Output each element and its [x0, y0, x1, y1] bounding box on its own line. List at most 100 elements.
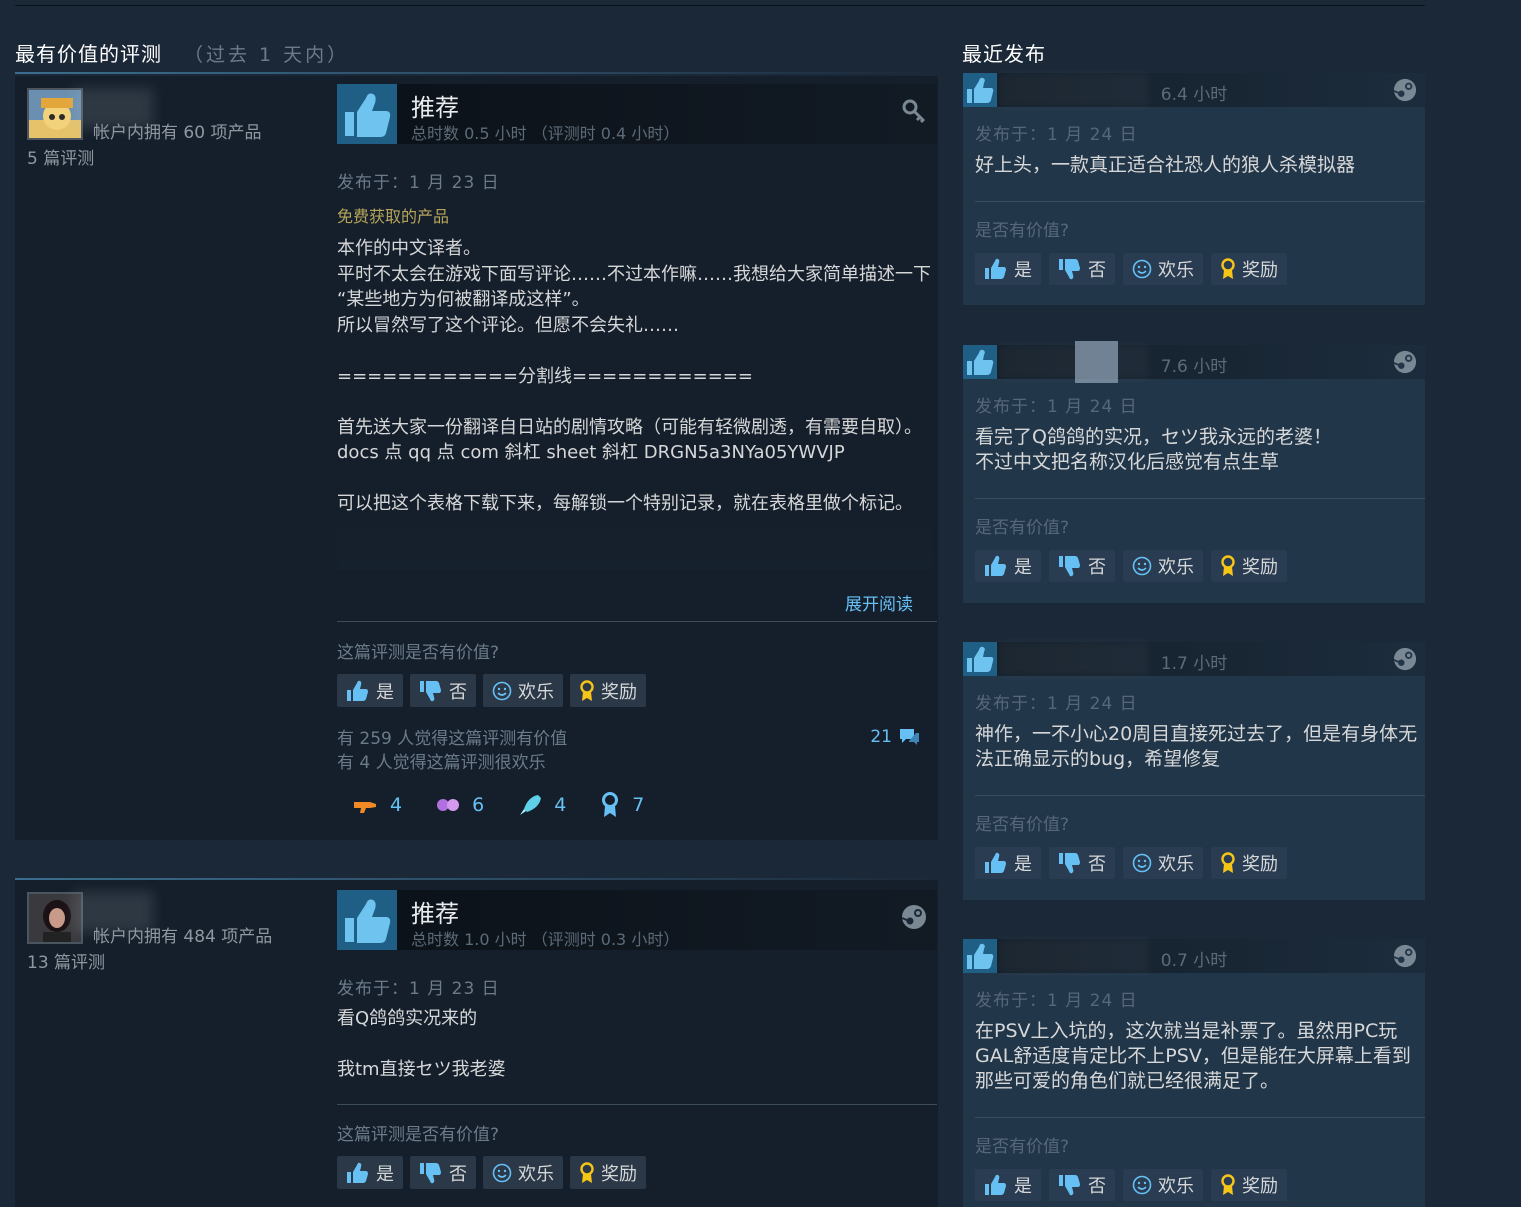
products-owned: 帐户内拥有 484 项产品	[93, 927, 273, 947]
award-button[interactable]: 奖励	[1211, 847, 1287, 879]
smiley-icon	[1132, 259, 1152, 279]
helpful-question: 这篇评测是否有价值?	[337, 643, 500, 663]
review-card: 帐户内拥有 60 项产品 5 篇评测 推荐 总时数 0.5 小时 （评测时 0.…	[15, 76, 938, 840]
award-badge[interactable]: 6	[424, 783, 497, 826]
recent-review-header[interactable]: 1.7 小时	[963, 642, 1425, 676]
vote-no-button[interactable]: 否	[1049, 1169, 1115, 1201]
recent-review-header[interactable]: 7.6 小时	[963, 341, 1425, 383]
vote-yes-button[interactable]: 是	[975, 847, 1041, 879]
recent-review-header[interactable]: 6.4 小时	[963, 73, 1425, 107]
vote-funny-button[interactable]: 欢乐	[1123, 847, 1203, 879]
thumbs-down-icon	[1059, 556, 1080, 577]
award-button[interactable]: 奖励	[1211, 1169, 1287, 1201]
vote-yes-button[interactable]: 是	[337, 674, 403, 707]
award-button[interactable]: 奖励	[1211, 550, 1287, 582]
playtime: 6.4 小时	[1160, 85, 1228, 105]
vote-no-button[interactable]: 否	[410, 1156, 476, 1189]
review-stats: 有 259 人觉得这篇评测有价值 有 4 人觉得这篇评测很欢乐	[337, 727, 567, 775]
vote-yes-button[interactable]: 是	[975, 550, 1041, 582]
award-button[interactable]: 奖励	[570, 1156, 646, 1189]
review-author[interactable]: 帐户内拥有 60 项产品 5 篇评测	[27, 88, 317, 169]
heading-rule	[15, 72, 938, 74]
vote-buttons: 是 否 欢乐 奖励	[337, 674, 646, 707]
thumbs-down-icon	[1059, 853, 1080, 874]
award-badge[interactable]: 7	[588, 783, 657, 826]
vote-header[interactable]: 推荐 总时数 1.0 小时 （评测时 0.3 小时）	[337, 890, 937, 950]
review-author[interactable]: 帐户内拥有 484 项产品 13 篇评测	[27, 892, 317, 973]
award-icon	[1221, 852, 1235, 873]
thumbs-up-icon	[985, 555, 1006, 576]
posted-date: 发布于：1 月 23 日	[337, 173, 500, 193]
review-text: 好上头，一款真正适合社恐人的狼人杀模拟器	[975, 154, 1356, 176]
posted-date: 发布于：1 月 23 日	[337, 979, 500, 999]
recent-review-card: 0.7 小时 发布于：1 月 24 日 在PSV上入坑的，这次就当是补票了。虽然…	[963, 939, 1425, 1207]
award-badge[interactable]: 4	[506, 783, 579, 826]
hearts-icon	[437, 798, 460, 811]
playtime: 0.7 小时	[1160, 951, 1228, 971]
award-button[interactable]: 奖励	[1211, 253, 1287, 285]
thumbs-up-icon	[985, 852, 1006, 873]
vote-buttons: 是 否 欢乐 奖励	[337, 1156, 646, 1189]
card-rule	[15, 878, 938, 880]
recent-review-card: 1.7 小时 发布于：1 月 24 日 神作，一不小心20周目直接死过去了，但是…	[963, 642, 1425, 900]
smiley-icon	[1132, 1175, 1152, 1195]
free-product-tag: 免费获取的产品	[337, 207, 450, 226]
vote-no-button[interactable]: 否	[1049, 550, 1115, 582]
comment-icon	[900, 729, 919, 745]
thumbs-up-icon	[347, 680, 368, 701]
period-label: （过去 1 天内）	[184, 44, 350, 66]
vote-funny-button[interactable]: 欢乐	[483, 1156, 563, 1189]
thumbs-up-icon	[337, 890, 397, 950]
most-helpful-heading: 最有价值的评测 （过去 1 天内）	[15, 42, 350, 66]
helpful-question: 是否有价值?	[975, 1137, 1070, 1157]
received-awards: 4 6 4 7	[340, 783, 657, 826]
vote-header[interactable]: 推荐 总时数 0.5 小时 （评测时 0.4 小时）	[337, 84, 937, 144]
award-badge[interactable]: 4	[340, 783, 415, 826]
award-icon	[1221, 258, 1235, 279]
helpful-question: 这篇评测是否有价值?	[337, 1125, 500, 1145]
vote-yes-button[interactable]: 是	[975, 1169, 1041, 1201]
hand-pointing-icon	[354, 801, 376, 813]
playtime: 7.6 小时	[1160, 357, 1228, 377]
vote-funny-button[interactable]: 欢乐	[1123, 550, 1203, 582]
vote-no-button[interactable]: 否	[1049, 253, 1115, 285]
posted-date: 发布于：1 月 24 日	[975, 694, 1138, 714]
award-icon	[580, 1161, 594, 1183]
thumbs-up-icon	[985, 258, 1006, 279]
posted-date: 发布于：1 月 24 日	[975, 125, 1138, 145]
funny-count: 有 4 人觉得这篇评测很欢乐	[337, 753, 546, 773]
vote-buttons: 是 否 欢乐 奖励	[975, 847, 1287, 879]
vote-funny-button[interactable]: 欢乐	[1123, 1169, 1203, 1201]
review-card: 帐户内拥有 484 项产品 13 篇评测 推荐 总时数 1.0 小时 （评测时 …	[15, 878, 938, 1207]
vote-funny-button[interactable]: 欢乐	[483, 674, 563, 707]
recent-review-card: 7.6 小时 发布于：1 月 24 日 看完了Q鸽鸽的实况，セツ我永远的老婆！ …	[963, 341, 1425, 603]
steam-icon	[1393, 350, 1417, 374]
thumbs-down-icon	[420, 1162, 441, 1183]
vote-buttons: 是 否 欢乐 奖励	[975, 550, 1287, 582]
smiley-icon	[492, 1163, 512, 1182]
thumbs-down-icon	[420, 680, 441, 701]
divider	[975, 201, 1425, 202]
award-button[interactable]: 奖励	[570, 674, 646, 707]
vote-no-button[interactable]: 否	[1049, 847, 1115, 879]
helpful-count: 有 259 人觉得这篇评测有价值	[337, 729, 568, 749]
review-text: 神作，一不小心20周目直接死过去了，但是有身体无法正确显示的bug，希望修复	[975, 723, 1418, 770]
verdict-title: 推荐	[411, 900, 459, 928]
divider	[337, 621, 937, 622]
smiley-icon	[492, 681, 512, 700]
review-text: 看完了Q鸽鸽的实况，セツ我永远的老婆！ 不过中文把名称汉化后感觉有点生草	[975, 426, 1332, 473]
review-count[interactable]: 5 篇评测	[27, 144, 94, 169]
vote-funny-button[interactable]: 欢乐	[1123, 253, 1203, 285]
vote-yes-button[interactable]: 是	[975, 253, 1041, 285]
vote-no-button[interactable]: 否	[410, 674, 476, 707]
expand-review-link[interactable]: 展开阅读	[845, 590, 913, 615]
vote-yes-button[interactable]: 是	[337, 1156, 403, 1189]
steam-icon	[1393, 944, 1417, 968]
key-icon	[901, 98, 927, 124]
comment-count[interactable]: 21	[870, 726, 920, 748]
review-count[interactable]: 13 篇评测	[27, 948, 105, 973]
vote-buttons: 是 否 欢乐 奖励	[975, 1169, 1287, 1201]
recent-review-header[interactable]: 0.7 小时	[963, 939, 1425, 973]
recent-review-card: 6.4 小时 发布于：1 月 24 日 好上头，一款真正适合社恐人的狼人杀模拟器…	[963, 73, 1425, 305]
helpful-question: 是否有价值?	[975, 221, 1070, 241]
